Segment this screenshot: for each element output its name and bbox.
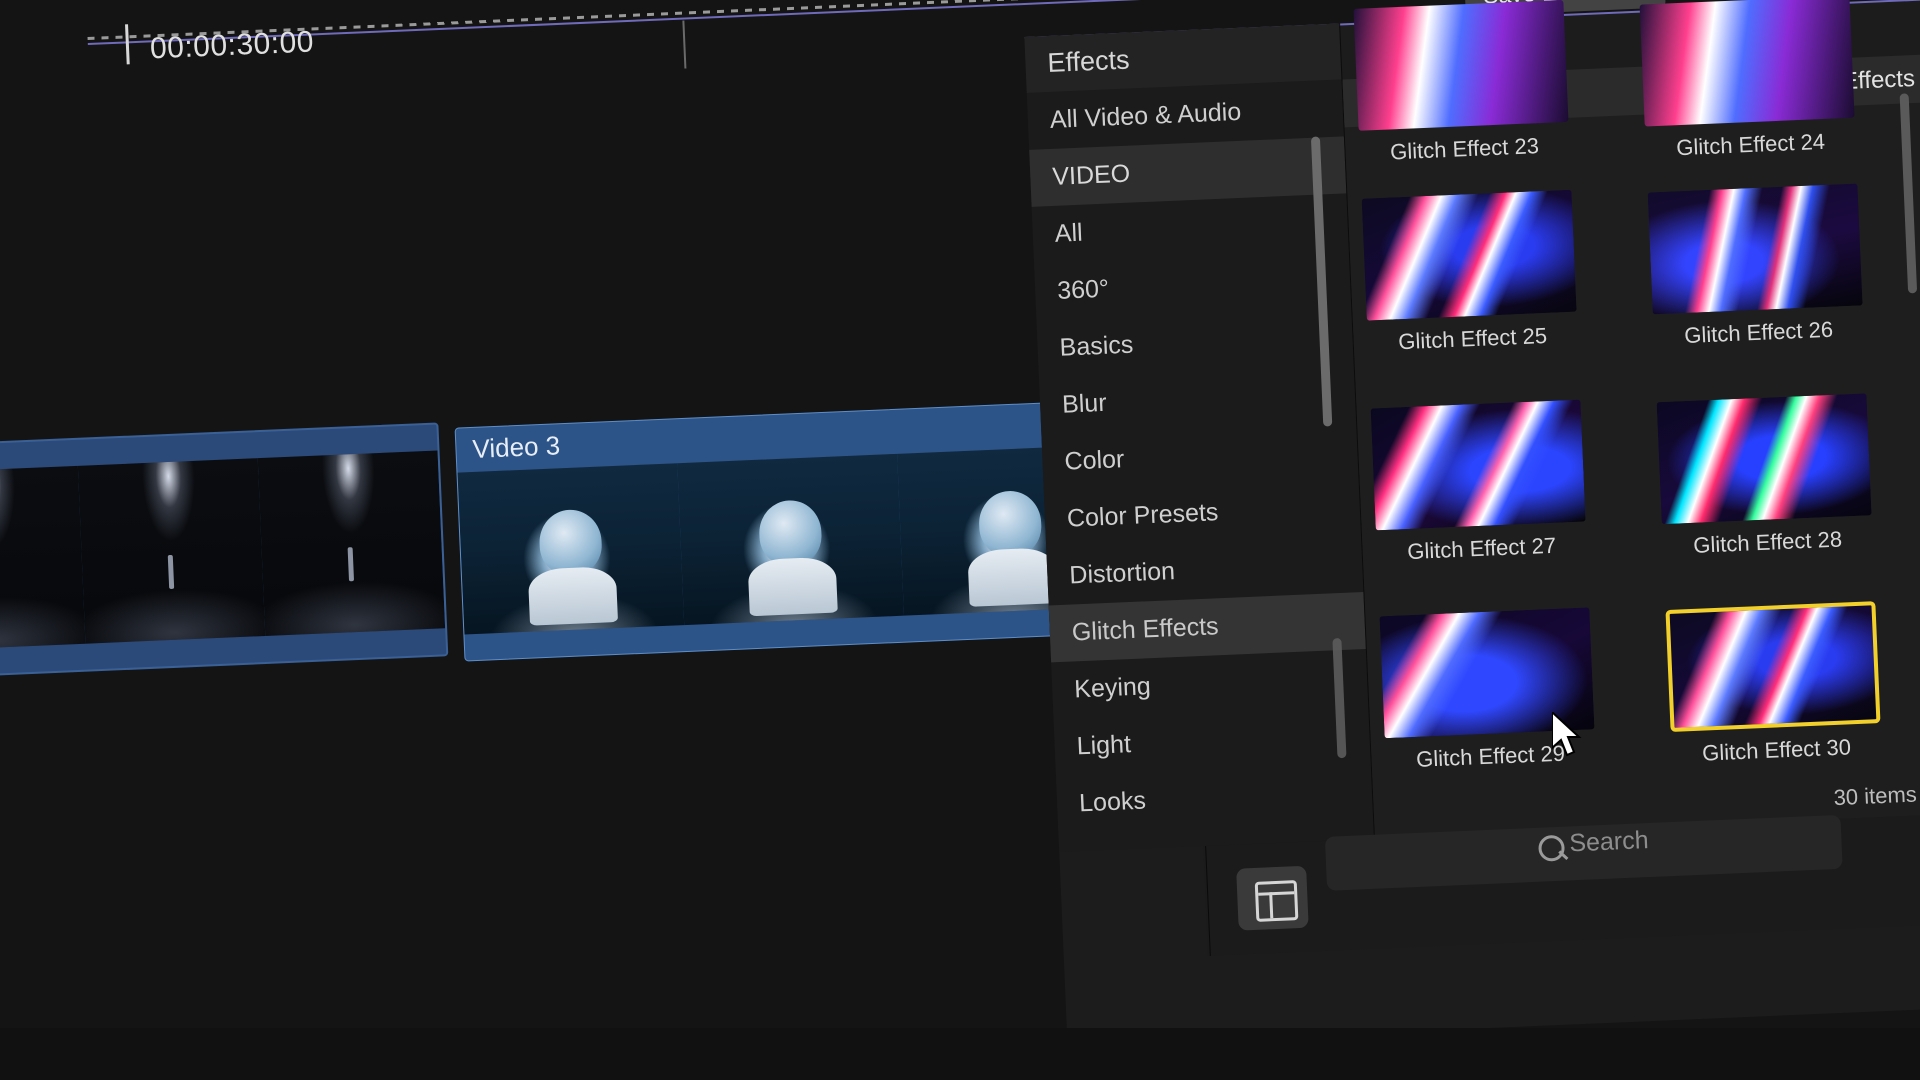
- effect-label: Glitch Effect 28: [1662, 525, 1873, 560]
- effect-thumbnail[interactable]: [1640, 0, 1855, 127]
- effect-item[interactable]: Glitch Effect 24: [1640, 0, 1857, 163]
- timeline-clip[interactable]: [0, 422, 448, 679]
- effect-item-selected[interactable]: Glitch Effect 30: [1665, 601, 1882, 768]
- timeline-clip[interactable]: Video 3: [455, 399, 1126, 661]
- clip-filmstrip: [0, 450, 445, 651]
- clip-filmstrip: [457, 444, 1123, 634]
- effect-item[interactable]: Glitch Effect 27: [1371, 400, 1588, 567]
- effects-panel-title: Effects: [1047, 45, 1130, 79]
- sidebar-item-label: Looks: [1079, 787, 1147, 819]
- timecode-display[interactable]: 00:00:30:00: [149, 25, 314, 66]
- screen-surface: 00:00:30:00 Video 3 0 px Save Effects Pr…: [0, 0, 1920, 1080]
- effect-thumbnail[interactable]: [1648, 184, 1863, 315]
- effect-thumbnail[interactable]: [1353, 0, 1568, 131]
- effect-thumbnail[interactable]: [1362, 190, 1577, 321]
- sidebar-item-label: 360°: [1057, 275, 1110, 306]
- effect-item[interactable]: Glitch Effect 25: [1362, 190, 1579, 357]
- sidebar-layout-icon[interactable]: [1255, 880, 1299, 922]
- sidebar-item-label: Glitch Effects: [1071, 612, 1219, 647]
- sidebar-item-label: VIDEO: [1052, 160, 1131, 192]
- sidebar-item-looks[interactable]: Looks: [1056, 763, 1373, 833]
- effect-item[interactable]: Glitch Effect 28: [1657, 393, 1874, 560]
- search-placeholder: Search: [1569, 826, 1649, 858]
- sidebar-item-label: Color Presets: [1066, 498, 1219, 533]
- playhead-handle[interactable]: [125, 24, 130, 64]
- sidebar-item-label: Keying: [1074, 672, 1152, 704]
- effect-label: Glitch Effect 27: [1376, 531, 1587, 566]
- clip-title: Video 3: [472, 430, 561, 465]
- sidebar-item-label: All: [1054, 219, 1083, 249]
- effect-label: Glitch Effect 25: [1367, 322, 1578, 357]
- effect-thumbnail[interactable]: [1657, 393, 1872, 524]
- effect-thumbnail[interactable]: [1665, 601, 1880, 732]
- sidebar-item-label: Distortion: [1069, 557, 1176, 590]
- app-window: 00:00:30:00 Video 3 0 px Save Effects Pr…: [0, 0, 1920, 1080]
- sidebar-item-label: All Video & Audio: [1049, 98, 1241, 135]
- effect-label: Glitch Effect 24: [1645, 128, 1856, 163]
- sidebar-item-label: Light: [1076, 730, 1131, 761]
- effect-item[interactable]: Glitch Effect 23: [1353, 0, 1570, 167]
- bottom-letterbox: [0, 1028, 1920, 1080]
- playhead-stem: [682, 21, 686, 69]
- item-count-label: 30 items: [1833, 782, 1917, 812]
- effect-thumbnail[interactable]: [1371, 400, 1586, 531]
- sidebar-item-label: Blur: [1062, 389, 1108, 420]
- effects-grid[interactable]: Glitch Effect 23 Glitch Effect 24 Glitch…: [1343, 62, 1920, 826]
- sidebar-item-label: Basics: [1059, 331, 1134, 363]
- effect-label: Glitch Effect 30: [1671, 733, 1882, 768]
- effect-item[interactable]: Glitch Effect 26: [1648, 184, 1865, 351]
- effect-label: Glitch Effect 26: [1653, 315, 1864, 350]
- sidebar-item-label: Color: [1064, 445, 1125, 477]
- effect-label: Glitch Effect 23: [1359, 132, 1570, 167]
